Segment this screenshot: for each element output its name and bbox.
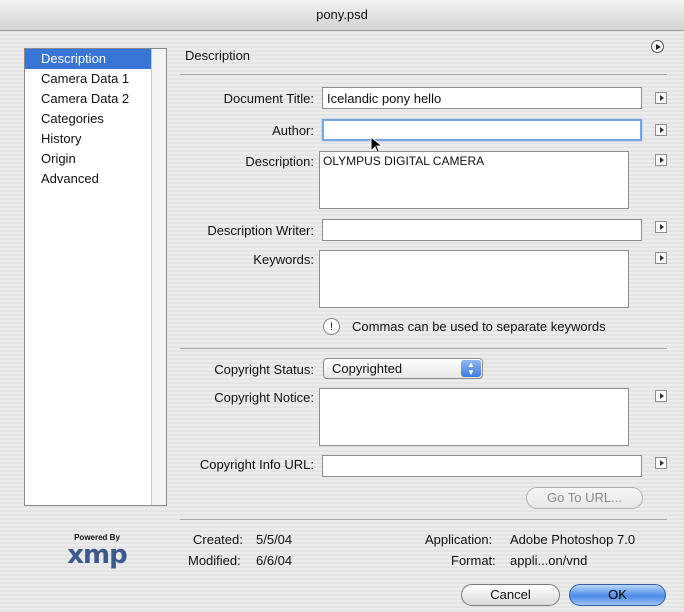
document-title-label: Document Title: [223,91,314,106]
sidebar-item-advanced[interactable]: Advanced [25,169,166,189]
application-label: Application: [425,532,493,547]
keywords-field[interactable] [319,250,629,308]
created-value: 5/5/04 [256,532,293,547]
xmp-logo-text: xmp [67,540,127,570]
copyright-notice-field[interactable] [319,388,629,446]
copyright-url-label: Copyright Info URL: [199,457,314,472]
category-sidebar: Description Camera Data 1 Camera Data 2 … [24,48,167,506]
description-writer-label: Description Writer: [207,223,314,238]
keywords-hint: Commas can be used to separate keywords [352,319,606,334]
description-writer-menu-icon[interactable] [655,221,667,233]
format-value: appli...on/vnd [510,553,588,568]
divider [180,348,667,349]
xmp-logo: Powered By xmp [58,533,136,568]
divider [180,519,667,520]
sidebar-item-camera-data-2[interactable]: Camera Data 2 [25,89,166,109]
description-menu-icon[interactable] [655,154,667,166]
go-to-url-button[interactable]: Go To URL... [526,487,643,509]
sidebar-item-origin[interactable]: Origin [25,149,166,169]
divider [180,74,667,75]
modified-label: Modified: [188,553,241,568]
sidebar-item-categories[interactable]: Categories [25,109,166,129]
cancel-button[interactable]: Cancel [461,584,560,606]
sidebar-item-camera-data-1[interactable]: Camera Data 1 [25,69,166,89]
copyright-status-value: Copyrighted [332,361,403,376]
format-label: Format: [451,553,496,568]
info-icon: ! [323,318,340,335]
sidebar-item-history[interactable]: History [25,129,166,149]
document-title-menu-icon[interactable] [655,92,667,104]
author-label: Author: [272,123,314,138]
created-label: Created: [193,532,243,547]
window-title-bar: pony.psd [0,0,684,31]
keywords-menu-icon[interactable] [655,252,667,264]
description-field[interactable]: OLYMPUS DIGITAL CAMERA [319,151,629,209]
copyright-status-select[interactable]: Copyrighted ▲ ▼ [323,358,483,379]
copyright-url-field[interactable] [322,455,642,477]
author-menu-icon[interactable] [655,124,667,136]
pane-menu-icon[interactable] [651,40,664,53]
popup-arrows-icon: ▲ ▼ [461,360,481,377]
copyright-notice-menu-icon[interactable] [655,390,667,402]
copyright-url-menu-icon[interactable] [655,457,667,469]
ok-button[interactable]: OK [569,584,666,606]
keywords-label: Keywords: [253,252,314,267]
sidebar-scrollbar[interactable] [151,49,166,505]
application-value: Adobe Photoshop 7.0 [510,532,636,547]
modified-value: 6/6/04 [256,553,293,568]
description-label: Description: [245,154,314,169]
description-writer-field[interactable] [322,219,642,241]
document-title-field[interactable]: Icelandic pony hello [322,87,642,109]
copyright-notice-label: Copyright Notice: [214,390,314,405]
window-title: pony.psd [316,7,368,22]
sidebar-item-description[interactable]: Description [25,49,166,69]
copyright-status-label: Copyright Status: [214,362,314,377]
pane-title: Description [185,48,251,63]
